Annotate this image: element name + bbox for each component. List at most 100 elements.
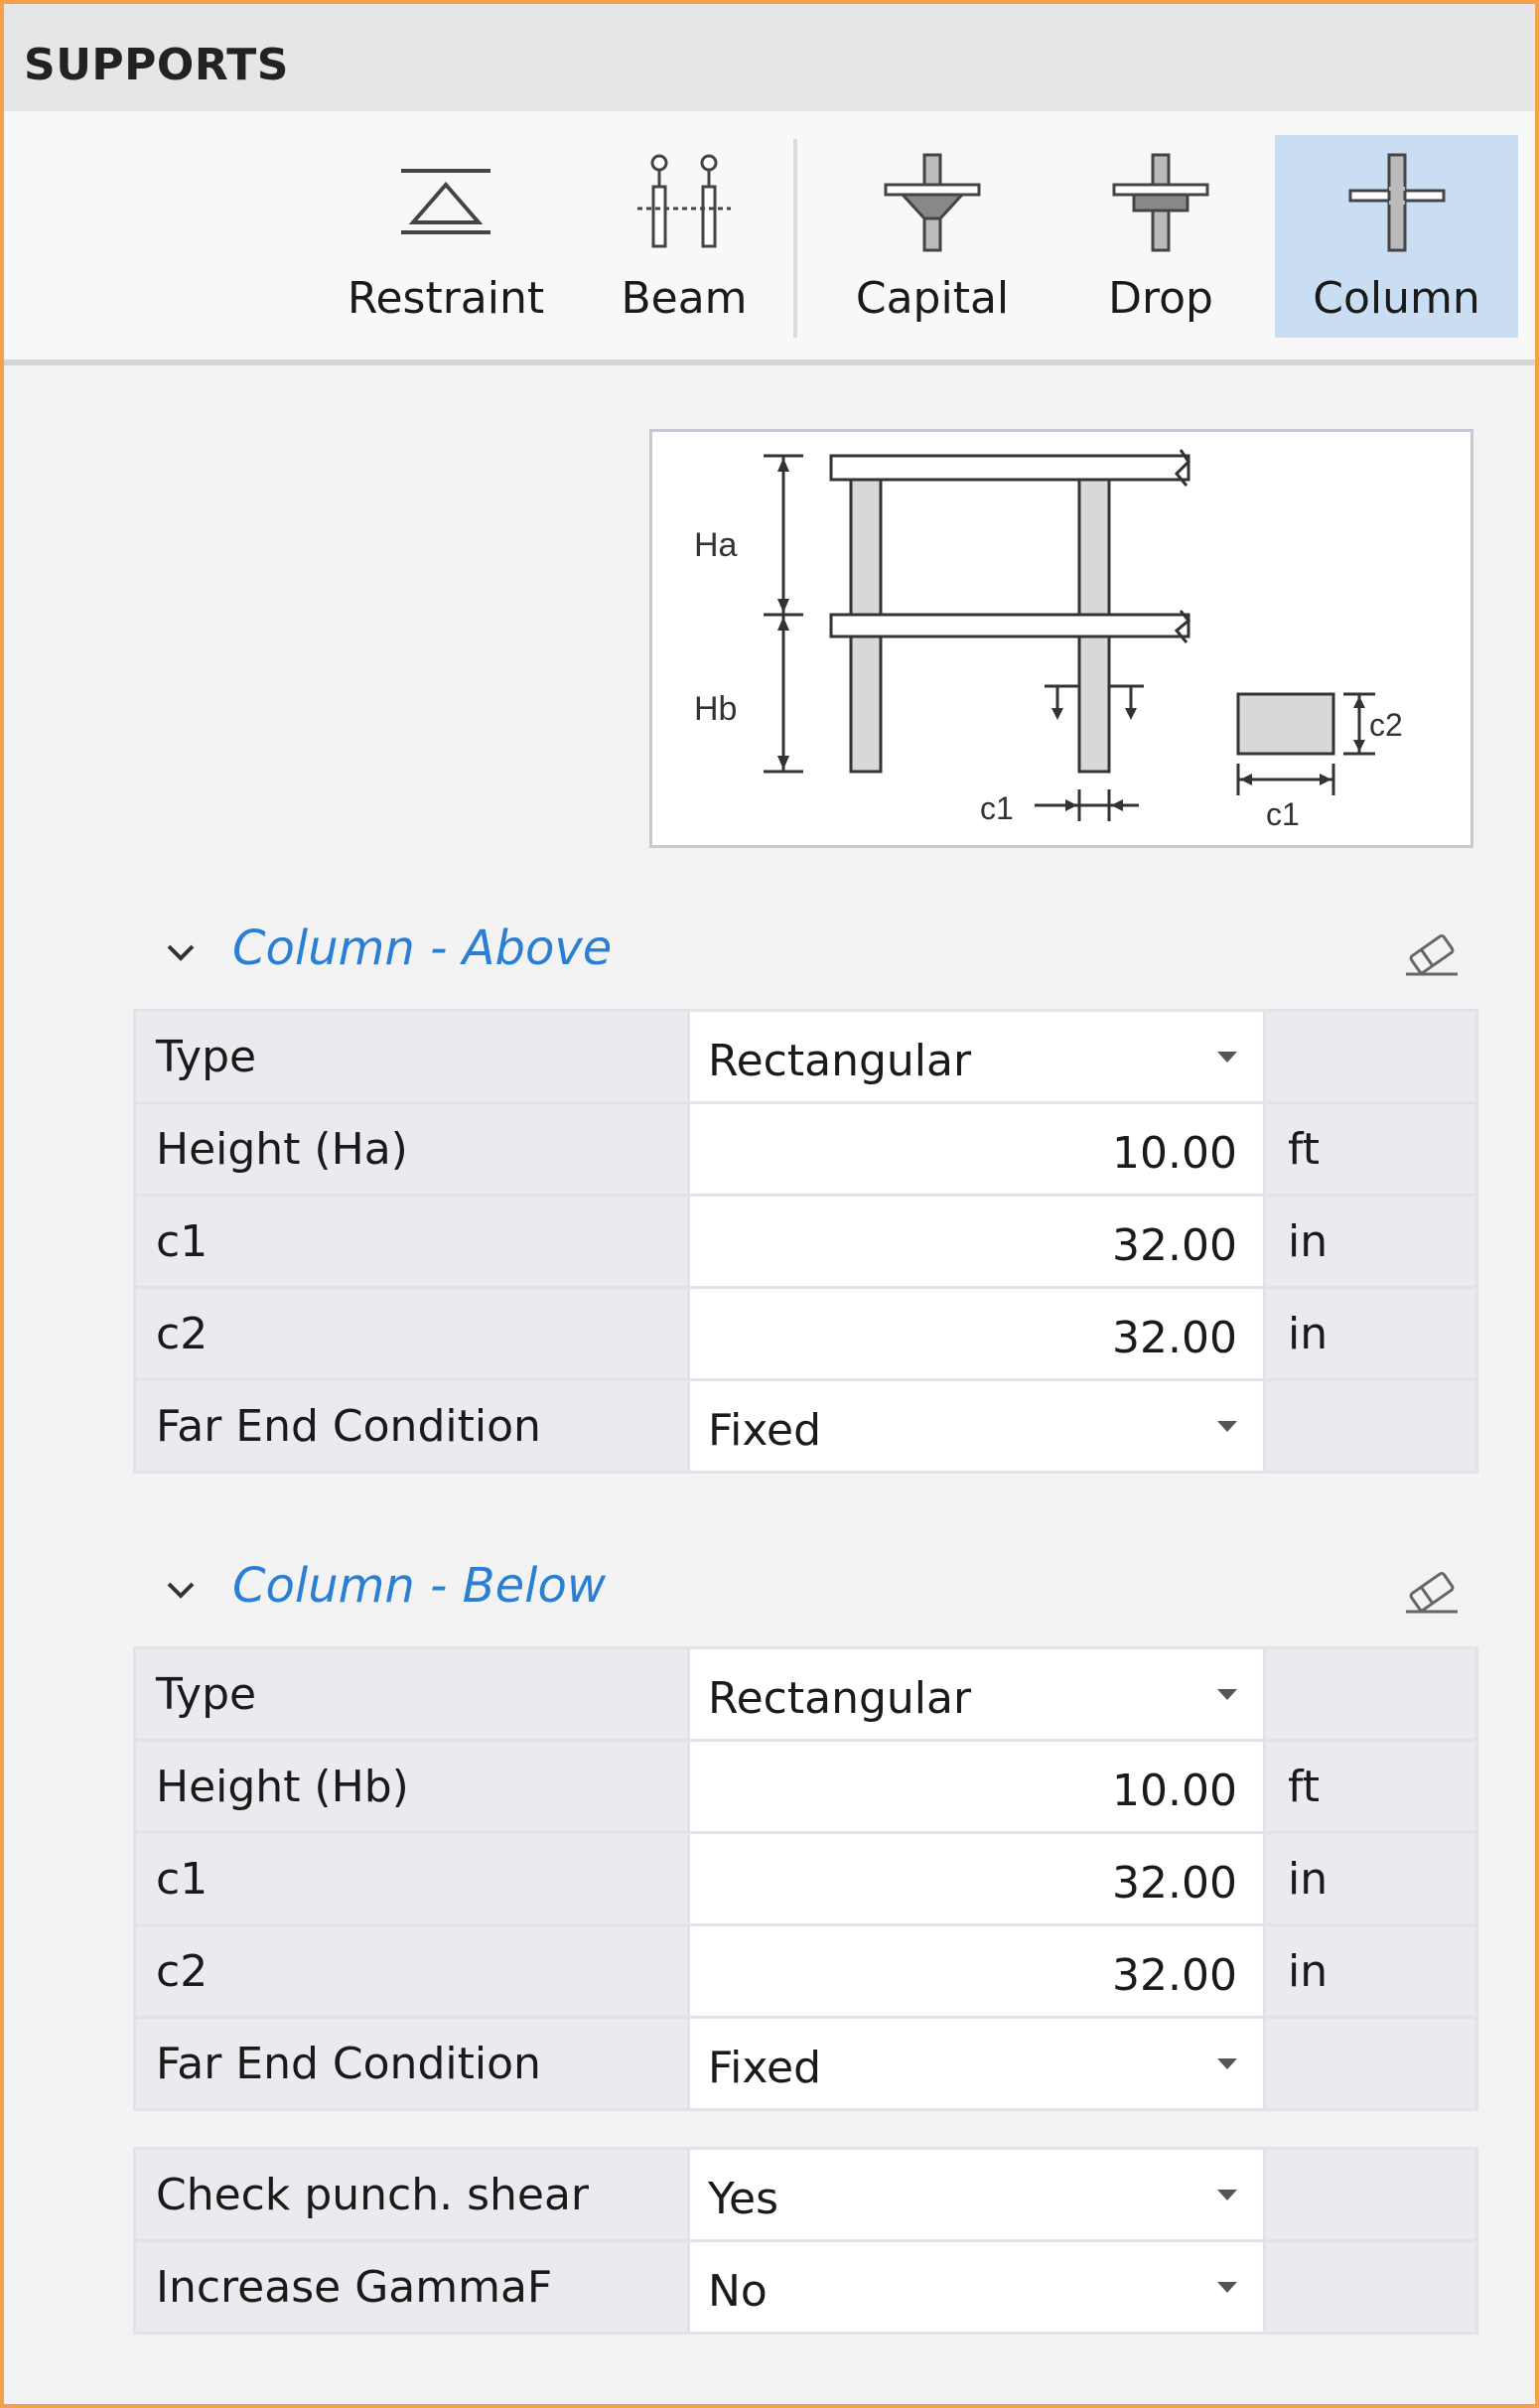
- drop-label: Drop: [1108, 273, 1213, 324]
- caret-down-icon[interactable]: [1217, 1052, 1237, 1062]
- gammaf-value: No: [708, 2266, 768, 2317]
- c2-section-label: c2: [1369, 707, 1403, 743]
- column-above-table: Type Rectangular Height (Ha) 10.00 ft c1…: [133, 1009, 1478, 1474]
- punch-shear-label: Check punch. shear: [133, 2147, 690, 2242]
- unit-cell: [1263, 1009, 1478, 1104]
- table-row: c2 32.00 in: [133, 1286, 1478, 1381]
- table-row: c1 32.00 in: [133, 1194, 1478, 1289]
- far-end-select[interactable]: Fixed: [687, 1378, 1266, 1474]
- eraser-icon[interactable]: [1402, 1568, 1462, 1616]
- table-row: Check punch. shear Yes: [133, 2147, 1478, 2242]
- far-end-label: Far End Condition: [133, 1378, 690, 1474]
- unit-cell: [1263, 2239, 1478, 2335]
- panel-title-bar: SUPPORTS: [4, 4, 1535, 111]
- chevron-down-icon[interactable]: [163, 1572, 199, 1608]
- c1-value: 32.00: [1112, 1858, 1237, 1909]
- capital-icon: [884, 153, 981, 252]
- type-value: Rectangular: [708, 1036, 972, 1086]
- column-label: Column: [1313, 273, 1480, 324]
- beam-label: Beam: [621, 273, 748, 324]
- far-end-label: Far End Condition: [133, 2016, 690, 2111]
- unit-cell: [1263, 1646, 1478, 1742]
- c1-unit: in: [1263, 1831, 1478, 1926]
- caret-down-icon[interactable]: [1217, 2058, 1237, 2069]
- c2-value: 32.00: [1112, 1313, 1237, 1363]
- caret-down-icon[interactable]: [1217, 1689, 1237, 1700]
- table-row: Type Rectangular: [133, 1646, 1478, 1742]
- column-above-title: Column - Above: [232, 921, 613, 976]
- capital-button[interactable]: Capital: [838, 135, 1027, 338]
- table-row: Height (Hb) 10.00 ft: [133, 1739, 1478, 1834]
- type-select[interactable]: Rectangular: [687, 1009, 1266, 1104]
- unit-cell: [1263, 2016, 1478, 2111]
- caret-down-icon[interactable]: [1217, 1421, 1237, 1432]
- caret-down-icon[interactable]: [1217, 2190, 1237, 2200]
- beam-button[interactable]: Beam: [605, 135, 764, 338]
- drop-icon: [1112, 153, 1209, 252]
- c2-value: 32.00: [1112, 1950, 1237, 2001]
- c1-input[interactable]: 32.00: [687, 1194, 1266, 1289]
- column-below-title: Column - Below: [232, 1558, 607, 1614]
- c1-label: c1: [133, 1194, 690, 1289]
- ha-label: Ha: [694, 526, 738, 564]
- column-diagram: Ha Hb c1 c1 c2: [649, 429, 1473, 848]
- c2-unit: in: [1263, 1923, 1478, 2019]
- c1-label: c1: [133, 1831, 690, 1926]
- restraint-label: Restraint: [347, 273, 545, 324]
- height-value: 10.00: [1112, 1766, 1237, 1816]
- column-below-header[interactable]: Column - Below: [133, 1550, 1473, 1629]
- c1-section-label: c1: [1266, 796, 1300, 832]
- column-above-header[interactable]: Column - Above: [133, 913, 1473, 992]
- c1-value: 32.00: [1112, 1220, 1237, 1271]
- drop-button[interactable]: Drop: [1066, 135, 1255, 338]
- beam-icon: [637, 154, 731, 248]
- panel-title: SUPPORTS: [24, 40, 289, 90]
- table-row: Type Rectangular: [133, 1009, 1478, 1104]
- table-row: Far End Condition Fixed: [133, 1378, 1478, 1474]
- chevron-down-icon[interactable]: [163, 934, 199, 970]
- unit-cell: [1263, 1378, 1478, 1474]
- punch-shear-value: Yes: [708, 2174, 779, 2224]
- column-button[interactable]: Column: [1275, 135, 1518, 338]
- table-row: c2 32.00 in: [133, 1923, 1478, 2019]
- c1-bottom-label: c1: [980, 790, 1014, 826]
- table-row: Increase GammaF No: [133, 2239, 1478, 2335]
- height-unit: ft: [1263, 1101, 1478, 1197]
- eraser-icon[interactable]: [1402, 930, 1462, 978]
- support-type-toolbar: Restraint Beam Capital Drop Column: [4, 111, 1535, 365]
- unit-cell: [1263, 2147, 1478, 2242]
- height-input[interactable]: 10.00: [687, 1101, 1266, 1197]
- c2-label: c2: [133, 1923, 690, 2019]
- table-row: Far End Condition Fixed: [133, 2016, 1478, 2111]
- far-end-select[interactable]: Fixed: [687, 2016, 1266, 2111]
- far-end-value: Fixed: [708, 1405, 822, 1456]
- options-table: Check punch. shear Yes Increase GammaF N…: [133, 2147, 1478, 2335]
- capital-label: Capital: [855, 273, 1010, 324]
- height-unit: ft: [1263, 1739, 1478, 1834]
- height-value: 10.00: [1112, 1128, 1237, 1179]
- supports-panel: SUPPORTS Restraint Beam Capital Drop Col…: [0, 0, 1539, 2408]
- type-select[interactable]: Rectangular: [687, 1646, 1266, 1742]
- restraint-button[interactable]: Restraint: [337, 135, 555, 338]
- column-below-table: Type Rectangular Height (Hb) 10.00 ft c1…: [133, 1646, 1478, 2111]
- c2-input[interactable]: 32.00: [687, 1286, 1266, 1381]
- type-label: Type: [133, 1646, 690, 1742]
- c1-input[interactable]: 32.00: [687, 1831, 1266, 1926]
- type-value: Rectangular: [708, 1673, 972, 1724]
- c2-input[interactable]: 32.00: [687, 1923, 1266, 2019]
- table-row: Height (Ha) 10.00 ft: [133, 1101, 1478, 1197]
- gammaf-label: Increase GammaF: [133, 2239, 690, 2335]
- caret-down-icon[interactable]: [1217, 2282, 1237, 2293]
- height-input[interactable]: 10.00: [687, 1739, 1266, 1834]
- punch-shear-select[interactable]: Yes: [687, 2147, 1266, 2242]
- column-diagram-drawing: Ha Hb c1 c1 c2: [694, 449, 1403, 832]
- type-label: Type: [133, 1009, 690, 1104]
- table-row: c1 32.00 in: [133, 1831, 1478, 1926]
- c2-unit: in: [1263, 1286, 1478, 1381]
- height-label: Height (Ha): [133, 1101, 690, 1197]
- column-icon: [1348, 153, 1445, 252]
- far-end-value: Fixed: [708, 2043, 822, 2093]
- gammaf-select[interactable]: No: [687, 2239, 1266, 2335]
- restraint-icon: [401, 169, 490, 234]
- height-label: Height (Hb): [133, 1739, 690, 1834]
